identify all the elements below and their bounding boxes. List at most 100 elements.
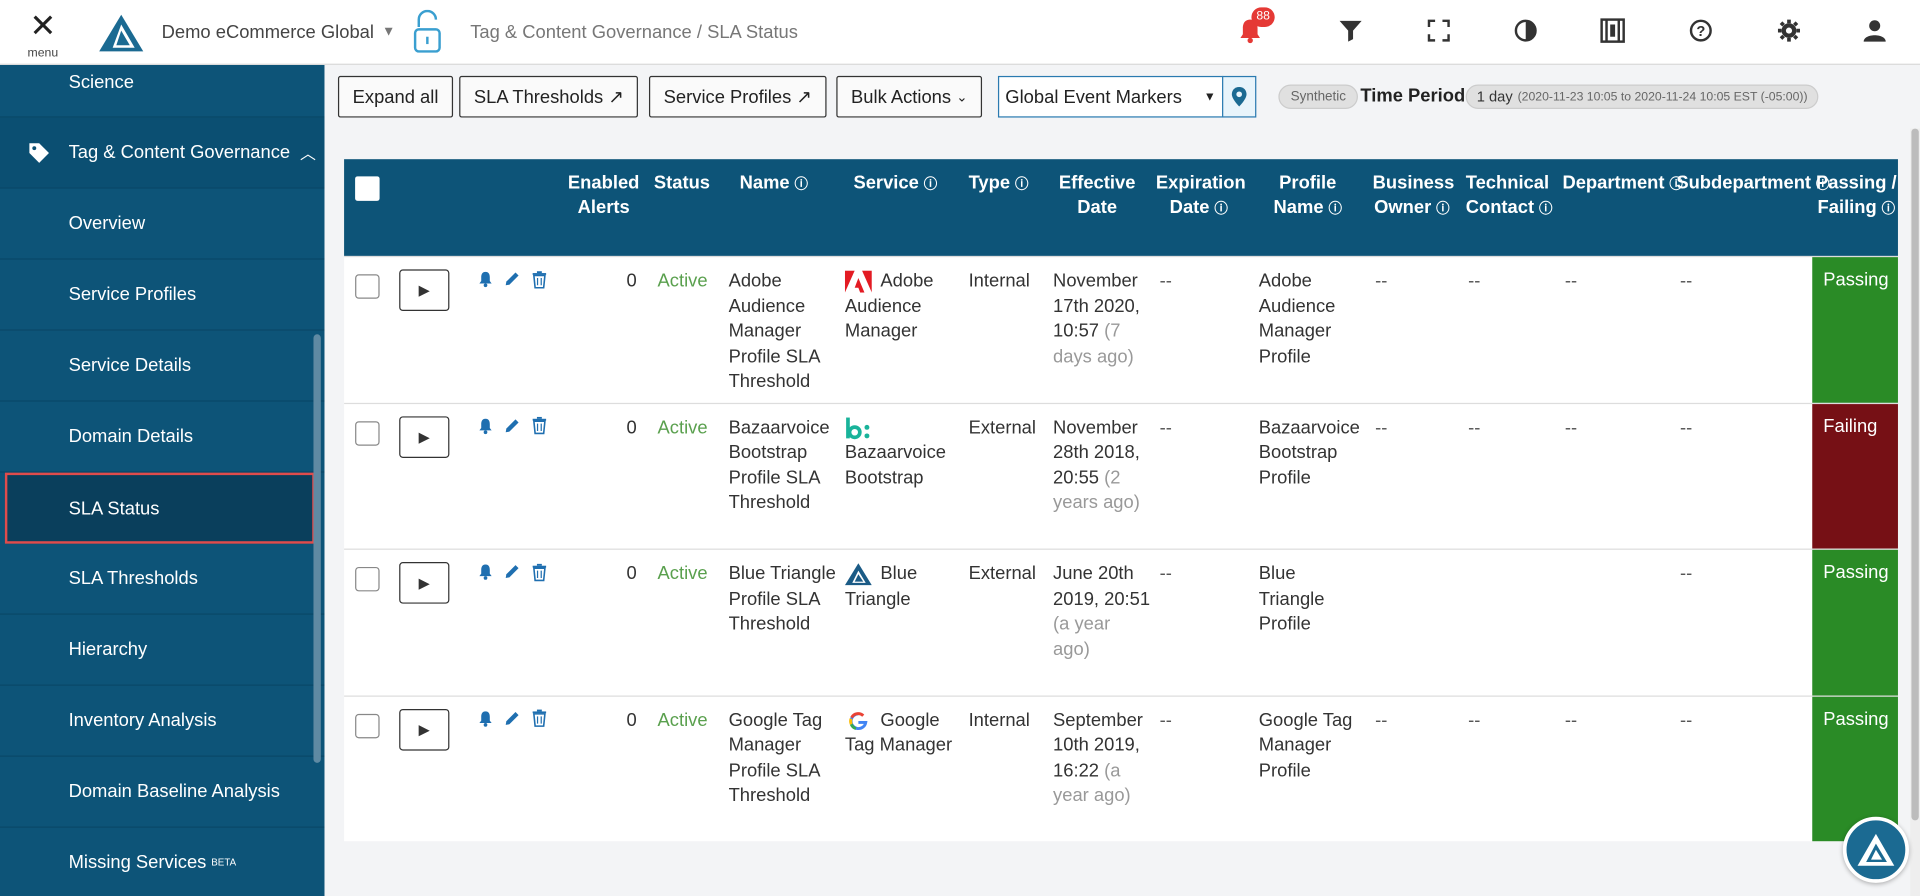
service-cell: Google Tag Manager — [845, 708, 961, 758]
contrast-button[interactable] — [1510, 15, 1542, 47]
trash-icon[interactable] — [529, 562, 549, 582]
sidebar-section-tag-content-governance[interactable]: Tag & Content Governance ︿ — [0, 117, 325, 189]
sidebar-item-service-profiles[interactable]: Service Profiles — [0, 260, 325, 331]
col-subdepartment[interactable]: Subdepartment ⓘ — [1676, 171, 1829, 197]
filter-button[interactable] — [1335, 15, 1367, 47]
row-checkbox[interactable] — [355, 566, 380, 592]
edit-pencil-icon[interactable] — [502, 562, 522, 582]
enabled-alerts-value: 0 — [626, 563, 637, 585]
event-marker-pin-button[interactable] — [1222, 75, 1257, 118]
sidebar-item-service-details[interactable]: Service Details — [0, 331, 325, 402]
help-button[interactable]: ? — [1685, 15, 1717, 47]
table-row[interactable]: ▶ 0 Active Google Tag Manager Profile SL… — [344, 694, 1898, 842]
time-period-value: 1 day — [1476, 88, 1513, 106]
col-service[interactable]: Service ⓘ — [853, 171, 937, 197]
sidebar-item-inventory-analysis[interactable]: Inventory Analysis — [0, 686, 325, 757]
effective-date: November 17th 2020, 10:57 — [1053, 270, 1140, 342]
sidebar-item-label: Domain Baseline Analysis — [68, 781, 280, 803]
info-icon[interactable]: ⓘ — [924, 178, 937, 193]
caret-down-icon: ▼ — [1203, 90, 1216, 105]
info-icon[interactable]: ⓘ — [1436, 202, 1449, 217]
settings-button[interactable] — [1773, 15, 1805, 47]
col-status[interactable]: Status — [654, 171, 710, 195]
effective-date-cell: June 20th 2019, 20:51 (a year ago) — [1053, 562, 1151, 662]
trash-icon[interactable] — [529, 416, 549, 436]
expand-row-button[interactable]: ▶ — [399, 562, 450, 604]
edit-pencil-icon[interactable] — [502, 416, 522, 436]
expand-row-button[interactable]: ▶ — [399, 415, 450, 458]
sidebar-item-hierarchy[interactable]: Hierarchy — [0, 615, 325, 686]
contrast-icon — [1514, 19, 1537, 42]
user-button[interactable] — [1859, 15, 1891, 47]
col-expiration-date[interactable]: Expiration Date ⓘ — [1156, 171, 1246, 221]
threshold-name: Adobe Audience Manager Profile SLA Thres… — [728, 270, 820, 392]
service-profiles-button[interactable]: Service Profiles ↗ — [648, 75, 827, 118]
col-business-owner[interactable]: Business Owner ⓘ — [1373, 171, 1455, 221]
expand-row-button[interactable]: ▶ — [399, 708, 450, 751]
business-owner: -- — [1375, 709, 1388, 731]
info-icon[interactable]: ⓘ — [1328, 202, 1341, 217]
notifications-button[interactable]: 88 — [1234, 7, 1275, 47]
row-checkbox[interactable] — [355, 274, 380, 299]
info-icon[interactable]: ⓘ — [1882, 202, 1895, 217]
edit-pencil-icon[interactable] — [502, 269, 522, 289]
col-name[interactable]: Name ⓘ — [740, 171, 808, 197]
col-department[interactable]: Department ⓘ — [1562, 171, 1682, 197]
sidebar-scrollbar[interactable] — [313, 334, 321, 763]
expand-row-button[interactable]: ▶ — [399, 269, 450, 312]
department: -- — [1564, 709, 1578, 731]
sla-thresholds-button[interactable]: SLA Thresholds ↗ — [459, 75, 639, 118]
sidebar-item-domain-details[interactable]: Domain Details — [0, 402, 325, 473]
blue-triangle-logo-icon[interactable] — [98, 13, 145, 52]
table-row[interactable]: ▶ 0 Active Bazaarvoice Bootstrap Profile… — [344, 402, 1898, 549]
info-icon[interactable]: ⓘ — [1539, 202, 1552, 217]
sidebar-item-overview[interactable]: Overview — [0, 189, 325, 260]
sidebar-item-missing-services[interactable]: Missing Services BETA — [0, 828, 324, 896]
col-type[interactable]: Type ⓘ — [969, 171, 1029, 197]
info-icon[interactable]: ⓘ — [1214, 202, 1227, 217]
expiration-date: -- — [1159, 709, 1172, 731]
row-checkbox[interactable] — [355, 713, 380, 738]
row-checkbox[interactable] — [355, 420, 380, 446]
synthetic-chip[interactable]: Synthetic — [1278, 84, 1359, 109]
main-scrollbar[interactable] — [1910, 128, 1920, 896]
sidebar-item-sla-thresholds[interactable]: SLA Thresholds — [0, 544, 325, 615]
sidebar-item-label: Domain Details — [68, 426, 194, 447]
bell-icon[interactable] — [475, 269, 495, 289]
col-profile-name[interactable]: Profile Name ⓘ — [1265, 171, 1351, 221]
info-icon[interactable]: ⓘ — [795, 178, 808, 193]
col-passing-failing[interactable]: Passing / Failing ⓘ — [1816, 171, 1897, 221]
bulk-actions-button[interactable]: Bulk Actions ⌄ — [836, 75, 983, 118]
trash-icon[interactable] — [529, 708, 549, 728]
film-button[interactable] — [1597, 15, 1629, 47]
sidebar-item-sla-status[interactable]: SLA Status — [4, 472, 315, 544]
fullscreen-button[interactable] — [1423, 15, 1455, 47]
unlock-icon[interactable] — [413, 9, 442, 54]
bell-icon[interactable] — [475, 708, 495, 728]
account-name[interactable]: Demo eCommerce Global — [162, 22, 374, 43]
sidebar-item-science[interactable]: Science — [0, 65, 325, 118]
expand-all-button[interactable]: Expand all — [337, 75, 454, 118]
account-dropdown-icon[interactable]: ▼ — [382, 24, 395, 39]
effective-date: September 10th 2019, 16:22 — [1053, 709, 1143, 781]
info-icon[interactable]: ⓘ — [1015, 178, 1028, 193]
table-row[interactable]: ▶ 0 Active Adobe Audience Manager Profil… — [344, 255, 1898, 403]
sidebar-item-domain-baseline-analysis[interactable]: Domain Baseline Analysis — [0, 757, 325, 828]
menu-button[interactable]: ✕ menu — [22, 10, 64, 61]
time-period-chip[interactable]: 1 day (2020-11-23 10:05 to 2020-11-24 10:… — [1465, 84, 1819, 109]
bell-icon[interactable] — [475, 416, 495, 436]
scrollbar-thumb[interactable] — [1911, 128, 1919, 821]
assistant-fab-button[interactable] — [1842, 816, 1909, 883]
fullscreen-icon — [1427, 19, 1450, 42]
tag-icon — [29, 143, 49, 163]
bell-icon[interactable] — [475, 562, 495, 582]
button-label: SLA Thresholds — [473, 86, 604, 108]
col-technical-contact[interactable]: Technical Contact ⓘ — [1466, 171, 1553, 221]
col-effective-date[interactable]: Effective Date — [1054, 171, 1140, 220]
edit-pencil-icon[interactable] — [502, 708, 522, 728]
col-enabled-alerts[interactable]: Enabled Alerts — [564, 171, 642, 220]
trash-icon[interactable] — [529, 269, 549, 289]
table-row[interactable]: ▶ 0 Active Blue Triangle Profile SLA Thr… — [344, 548, 1898, 695]
select-all-checkbox[interactable] — [355, 176, 380, 201]
event-markers-select[interactable]: Global Event Markers ▼ — [997, 75, 1224, 118]
